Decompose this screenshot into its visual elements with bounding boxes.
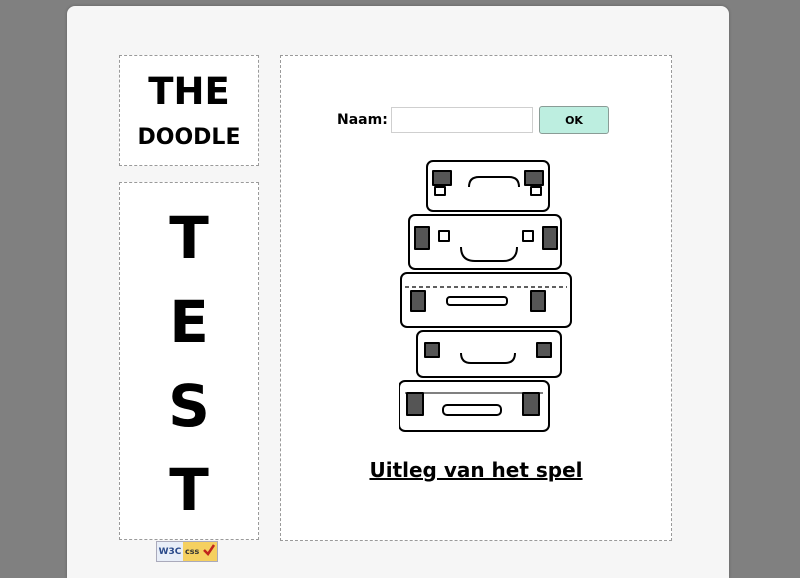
css-label: css (183, 542, 217, 561)
page-panel: THE DOODLE T E S T Naam: OK Uitleg van h… (67, 6, 729, 578)
css-text: css (185, 547, 200, 556)
test-letter-t2: T (169, 456, 209, 524)
main-box: Naam: OK Uitleg van het spel (280, 55, 672, 541)
test-letter-t1: T (169, 204, 209, 272)
name-label: Naam: (337, 112, 388, 128)
title-the: THE (148, 70, 230, 113)
ok-button[interactable]: OK (539, 106, 609, 134)
name-input[interactable] (391, 107, 533, 133)
test-letter-e: E (169, 288, 209, 356)
instructions-link[interactable]: Uitleg van het spel (281, 458, 671, 482)
test-box: T E S T (119, 182, 259, 540)
title-box: THE DOODLE (119, 55, 259, 166)
suitcases-image (399, 160, 572, 432)
test-letter-s: S (168, 372, 210, 440)
w3c-logo: W3C (157, 542, 183, 561)
checkmark-icon (203, 544, 216, 556)
title-doodle: DOODLE (137, 125, 241, 150)
w3c-css-badge[interactable]: W3C css (156, 541, 218, 562)
